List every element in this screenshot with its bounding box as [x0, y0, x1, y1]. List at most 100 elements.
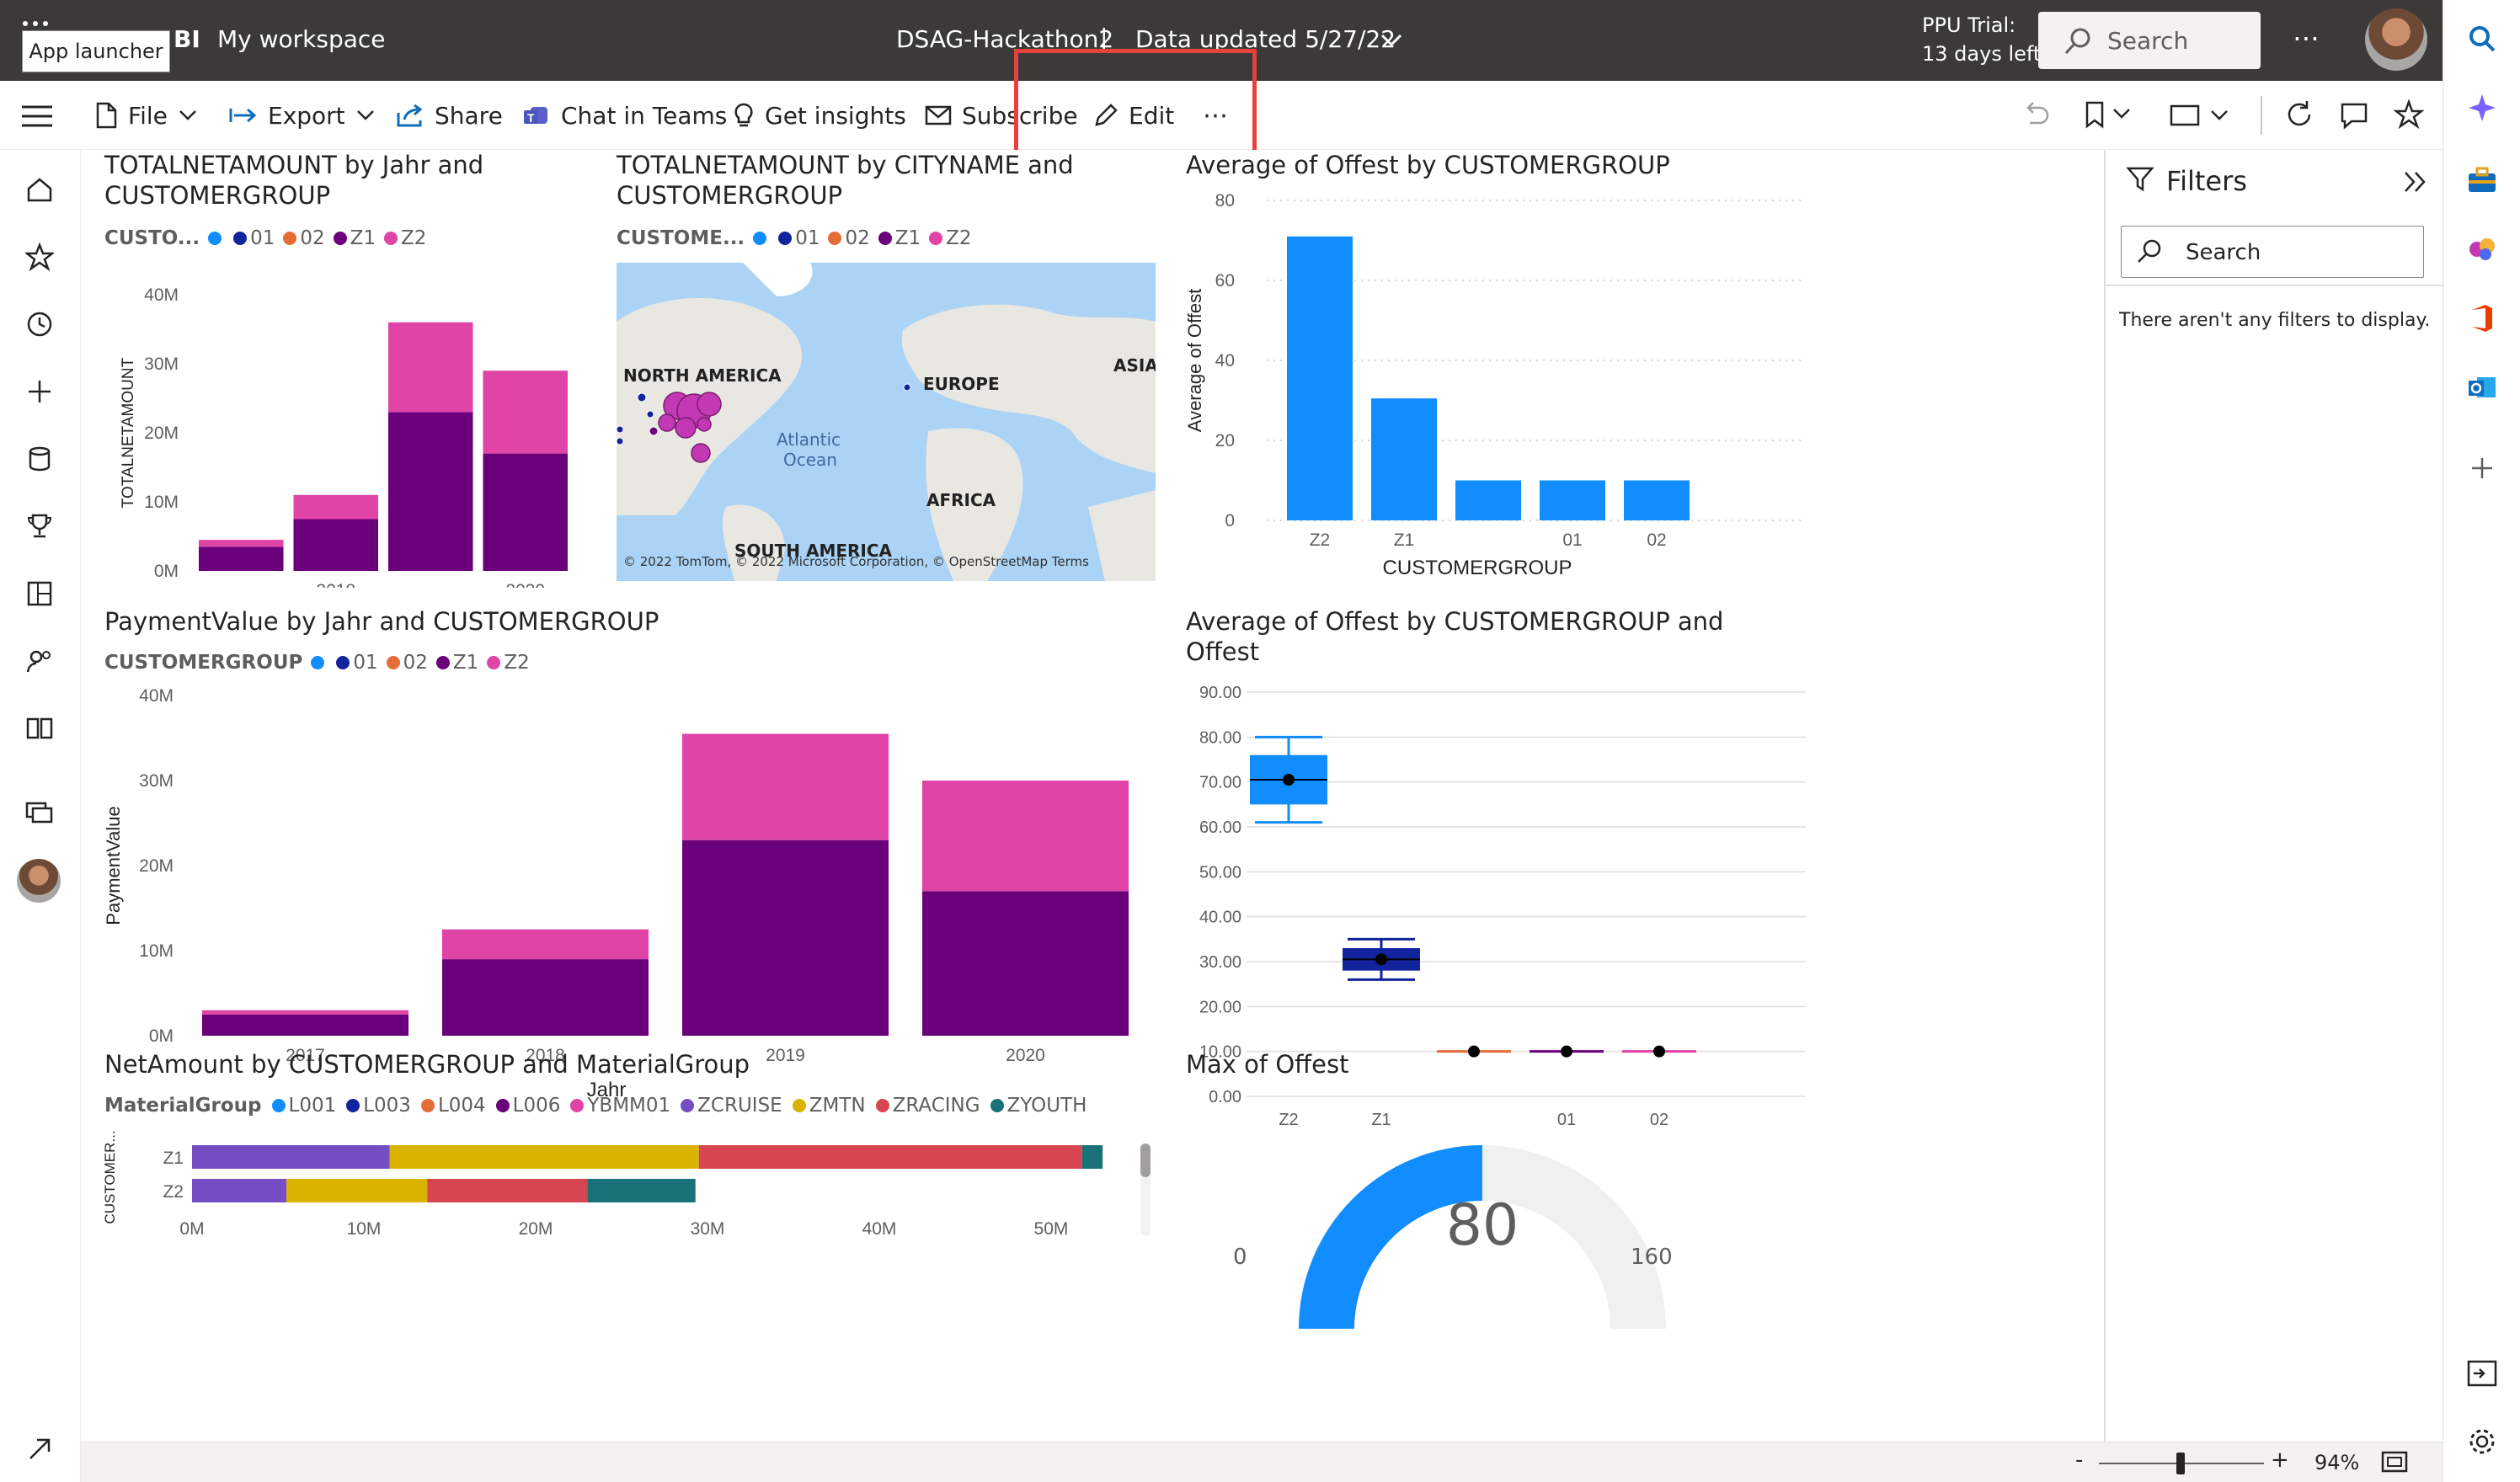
workspaces-icon[interactable]: [19, 792, 61, 834]
sidebar-toggle-icon[interactable]: [2467, 1359, 2497, 1391]
visual-netamount-by-customergroup-and-materialgroup[interactable]: NetAmount by CUSTOMERGROUP and MaterialG…: [101, 1049, 1162, 1437]
refresh-icon[interactable]: [2284, 99, 2314, 133]
status-bar: - + 94%: [81, 1442, 2443, 1482]
get-insights-button[interactable]: Get insights: [733, 81, 906, 150]
office-icon[interactable]: [2467, 303, 2497, 337]
visual-average-offest-by-customergroup[interactable]: Average of Offest by CUSTOMERGROUP 80 60 4…: [1183, 150, 1819, 588]
fit-to-page-icon[interactable]: [2380, 1449, 2409, 1478]
legend-item-zmtn[interactable]: ZMTN: [792, 1095, 866, 1117]
apps-icon[interactable]: [19, 573, 61, 615]
goals-trophy-icon[interactable]: [19, 505, 61, 547]
global-search-input[interactable]: Search: [2038, 12, 2261, 69]
nav-toggle-icon[interactable]: [20, 104, 54, 131]
legend-item-zyouth[interactable]: ZYOUTH: [990, 1095, 1086, 1117]
expand-arrow-icon[interactable]: [19, 1428, 61, 1470]
my-workspace-avatar[interactable]: [17, 859, 61, 903]
games-icon[interactable]: [2467, 234, 2497, 268]
legend-item-01[interactable]: 01: [778, 227, 820, 249]
more-options-icon[interactable]: ⋯: [2293, 22, 2320, 54]
legend-item-l006[interactable]: L006: [495, 1095, 560, 1117]
share-button[interactable]: Share: [396, 81, 503, 150]
legend-item-02[interactable]: 02: [283, 227, 325, 249]
legend-item-l004[interactable]: L004: [420, 1095, 486, 1117]
datasets-icon[interactable]: [19, 438, 61, 480]
add-icon[interactable]: [2469, 455, 2496, 485]
create-plus-icon[interactable]: [19, 370, 61, 413]
zoom-in-button[interactable]: +: [2271, 1447, 2289, 1473]
map-area[interactable]: NORTH AMERICA EUROPE ASIA Atlantic Ocean…: [617, 263, 1156, 581]
zoom-slider[interactable]: [2099, 1453, 2264, 1474]
legend-item-z2[interactable]: Z2: [487, 652, 530, 674]
product-name[interactable]: BI: [174, 25, 200, 53]
legend-item-blank[interactable]: [208, 232, 225, 245]
learn-book-icon[interactable]: [19, 707, 61, 749]
filters-divider: [2106, 285, 2444, 286]
export-label: Export: [268, 101, 345, 130]
visual-max-of-offest-gauge[interactable]: Max of Offest 80 0 160: [1183, 1049, 1819, 1437]
legend-item-z2[interactable]: Z2: [384, 227, 426, 249]
visual-totalnetamount-by-cityname-map[interactable]: TOTALNETAMOUNT by CITYNAME and CUSTOMERG…: [613, 150, 1161, 588]
favorite-star-icon[interactable]: [2393, 99, 2425, 133]
chart-legend[interactable]: CUSTO... 01 02 Z1 Z2: [104, 227, 426, 249]
visual-totalnetamount-by-jahr[interactable]: TOTALNETAMOUNT by Jahr and CUSTOMERGROUP…: [101, 150, 598, 588]
zoom-out-button[interactable]: -: [2075, 1447, 2083, 1473]
legend-label: ZCRUISE: [697, 1095, 782, 1117]
settings-gear-icon[interactable]: [2467, 1426, 2497, 1460]
legend-item-blank[interactable]: [753, 232, 770, 245]
favorites-icon[interactable]: [19, 236, 61, 278]
legend-item-zcruise[interactable]: ZCRUISE: [681, 1095, 782, 1117]
copilot-icon[interactable]: [2467, 93, 2497, 126]
tools-icon[interactable]: [2467, 165, 2497, 199]
y-tick-label: 30M: [144, 355, 179, 374]
legend-dot: [990, 1099, 1004, 1112]
recent-clock-icon[interactable]: [19, 303, 61, 345]
zoom-slider-thumb[interactable]: [2176, 1453, 2185, 1474]
workspace-link[interactable]: My workspace: [217, 25, 386, 53]
chart-legend[interactable]: MaterialGroup L001 L003 L004 L006 YBMM01…: [104, 1095, 1086, 1117]
legend-item-l001[interactable]: L001: [271, 1095, 336, 1117]
legend-item-zracing[interactable]: ZRACING: [875, 1095, 980, 1117]
bar-segment-z1: [483, 453, 568, 571]
collapse-filters-icon[interactable]: [2402, 170, 2429, 197]
y-axis-title: PaymentValue: [103, 806, 124, 925]
x-tick-label: 40M: [862, 1219, 897, 1239]
map-attribution[interactable]: © 2022 TomTom, © 2022 Microsoft Corporat…: [623, 554, 1089, 569]
chart-legend[interactable]: CUSTOME... 01 02 Z1 Z2: [617, 227, 972, 249]
app-launcher-icon[interactable]: [19, 5, 52, 30]
shared-with-me-icon[interactable]: [19, 640, 61, 682]
legend-item-blank[interactable]: [311, 656, 328, 669]
legend-item-02[interactable]: 02: [828, 227, 870, 249]
legend-item-01[interactable]: 01: [336, 652, 378, 674]
user-avatar[interactable]: [2365, 8, 2427, 71]
file-menu-button[interactable]: File: [94, 81, 198, 150]
search-icon[interactable]: [2467, 24, 2497, 57]
map-bubbles[interactable]: [617, 263, 1156, 581]
export-icon: [229, 108, 257, 123]
bookmark-icon[interactable]: [2084, 101, 2134, 133]
scrollbar-thumb[interactable]: [1140, 1143, 1151, 1177]
teams-icon: T: [524, 107, 547, 125]
export-menu-button[interactable]: Export: [227, 81, 376, 150]
legend-item-z1[interactable]: Z1: [333, 227, 376, 249]
outlook-icon[interactable]: [2467, 372, 2497, 406]
legend-item-z1[interactable]: Z1: [435, 652, 478, 674]
chart-legend[interactable]: CUSTOMERGROUP 01 02 Z1 Z2: [104, 652, 530, 674]
legend-item-l003[interactable]: L003: [346, 1095, 411, 1117]
chat-in-teams-button[interactable]: T Chat in Teams: [522, 81, 727, 150]
view-mode-icon[interactable]: [2170, 103, 2232, 131]
legend-item-z1[interactable]: Z1: [878, 227, 921, 249]
comment-icon[interactable]: [2340, 101, 2368, 133]
legend-item-ybmm01[interactable]: YBMM01: [570, 1095, 670, 1117]
undo-icon[interactable]: [2021, 99, 2052, 133]
chart-plot: Z1 Z2 0M 10M 20M 30M 40M 50M CUSTOMER...: [102, 1130, 1103, 1239]
vertical-scrollbar[interactable]: [1140, 1143, 1151, 1236]
legend-item-01[interactable]: 01: [233, 227, 275, 249]
chevron-down-icon[interactable]: [1380, 32, 1403, 52]
x-tick-label: 10M: [347, 1219, 382, 1239]
y-tick-label: 40.00: [1199, 909, 1241, 927]
home-icon[interactable]: [19, 168, 61, 211]
legend-item-z2[interactable]: Z2: [929, 227, 972, 249]
legend-item-02[interactable]: 02: [386, 652, 428, 674]
filter-search-input[interactable]: Search: [2121, 226, 2424, 278]
legend-dot: [386, 656, 400, 669]
